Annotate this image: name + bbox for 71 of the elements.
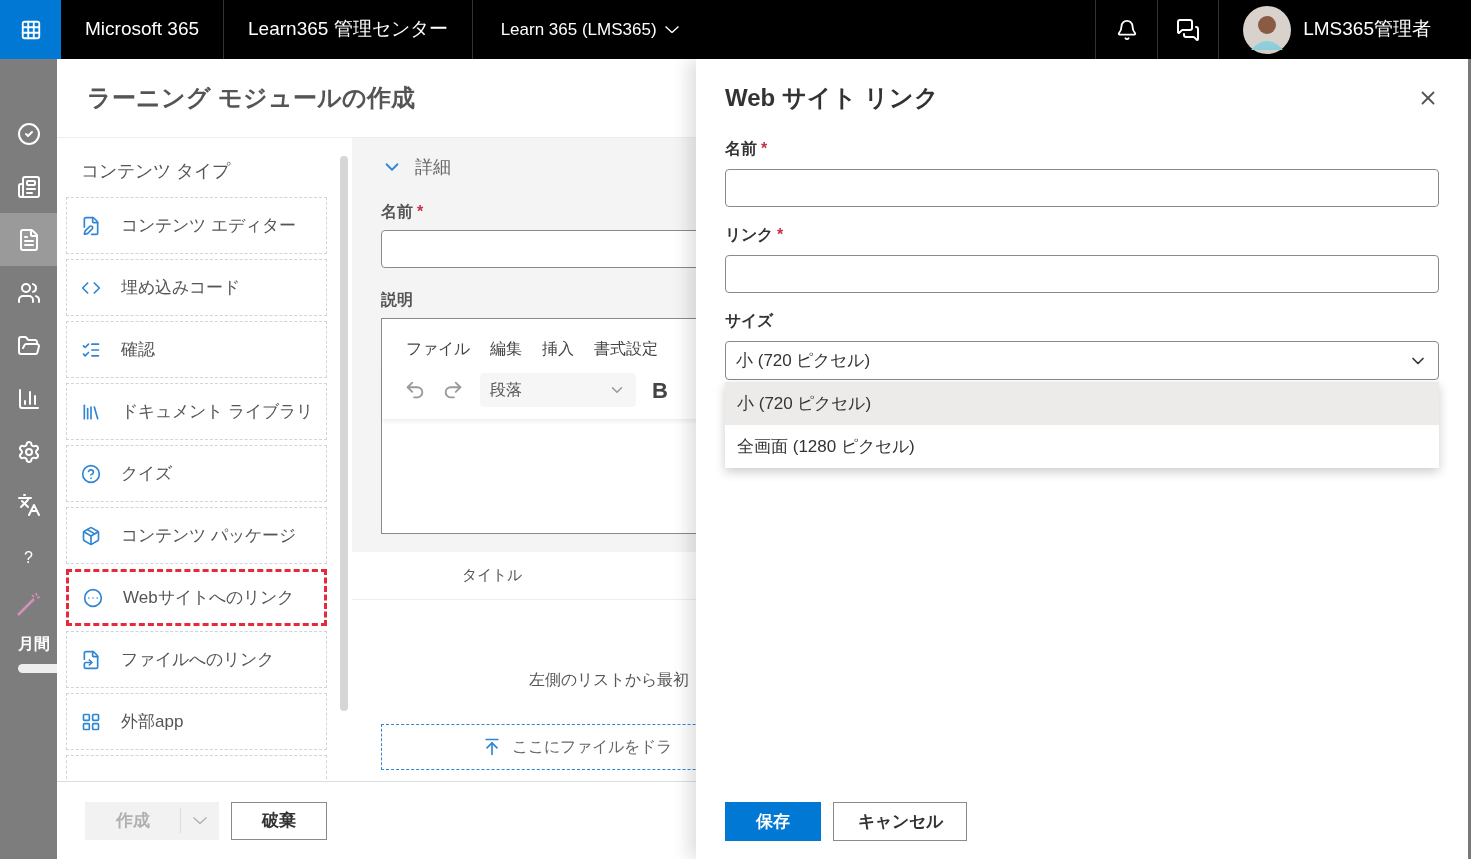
content-type-item[interactable]: ファイルへのリンク xyxy=(66,631,327,688)
chat-icon xyxy=(1176,17,1201,42)
people-icon xyxy=(16,280,41,305)
content-types-title: コンテンツ タイプ xyxy=(80,160,232,183)
rich-text-editor[interactable]: ファイル 編集 挿入 書式設定 段落 B xyxy=(381,318,696,534)
rail-item[interactable]: ? xyxy=(0,531,57,584)
grid-icon xyxy=(81,711,101,732)
user-name[interactable]: LMS365管理者 xyxy=(1303,15,1431,44)
scrollbar[interactable] xyxy=(340,156,348,711)
content-type-item[interactable]: Webサイトへのリンク xyxy=(66,569,327,626)
content-type-item[interactable]: クイズ xyxy=(66,445,327,502)
ellipsis-circle-icon xyxy=(83,587,103,608)
folder-icon xyxy=(16,333,41,358)
dropdown-option[interactable]: 全画面 (1280 ピクセル) xyxy=(725,425,1439,468)
required-mark: * xyxy=(777,226,784,243)
section-title: 詳細 xyxy=(415,155,451,179)
panel-title: ラーニング モジュールの作成 xyxy=(87,83,415,113)
tenant-selector[interactable]: Learn 365 (LMS365) xyxy=(472,0,707,59)
field-label: 名前 xyxy=(725,140,757,157)
field-label: リンク xyxy=(725,226,773,243)
upload-icon xyxy=(482,737,502,757)
newspaper-icon xyxy=(16,174,41,199)
save-button[interactable]: 保存 xyxy=(725,802,821,841)
usage-label: 月間 xyxy=(17,634,51,654)
size-dropdown[interactable]: 小 (720 ピクセル) xyxy=(725,341,1439,380)
help-circle-icon xyxy=(81,463,101,484)
file-pen-icon xyxy=(81,215,101,236)
avatar[interactable] xyxy=(1243,5,1292,54)
field-label: サイズ xyxy=(725,312,773,329)
input-field[interactable] xyxy=(725,255,1439,293)
language-icon xyxy=(16,492,41,517)
app-launcher-icon xyxy=(19,18,42,41)
bold-button[interactable]: B xyxy=(652,373,668,407)
editor-menu-item[interactable]: 書式設定 xyxy=(594,337,658,361)
column-header: タイトル xyxy=(462,565,522,586)
field-label: 名前 xyxy=(381,203,413,220)
redo-icon[interactable] xyxy=(442,379,464,401)
content-type-item[interactable]: 埋め込みコード xyxy=(66,259,327,316)
content-type-item[interactable]: 確認 xyxy=(66,321,327,378)
undo-icon[interactable] xyxy=(404,379,426,401)
cancel-button[interactable]: キャンセル xyxy=(833,802,967,841)
check-circle-icon xyxy=(16,121,41,146)
field-label: 説明 xyxy=(381,290,414,310)
content-type-item[interactable]: 外部app xyxy=(66,693,327,750)
content-type-item[interactable]: コンテンツ パッケージ xyxy=(66,507,327,564)
editor-menu-item[interactable]: ファイル xyxy=(406,337,470,361)
chevron-down-icon xyxy=(193,817,207,824)
content-type-item[interactable]: コンテンツ エディター xyxy=(66,197,327,254)
usage-bar xyxy=(18,664,57,673)
discard-button[interactable]: 破棄 xyxy=(231,801,327,840)
file-link-icon xyxy=(81,649,101,670)
required-mark: * xyxy=(417,203,424,220)
bell-icon xyxy=(1115,18,1138,41)
editor-menu-item[interactable]: 挿入 xyxy=(542,337,574,361)
help-label: ? xyxy=(24,547,33,568)
input-field[interactable] xyxy=(381,230,696,268)
input-field[interactable] xyxy=(725,169,1439,207)
rail-item[interactable] xyxy=(0,213,57,266)
panel-title: Web サイト リンク xyxy=(725,83,939,113)
settings-icon xyxy=(16,439,41,464)
block-format-dropdown[interactable]: 段落 xyxy=(480,373,636,407)
wand-icon xyxy=(16,591,42,617)
chevron-down-icon xyxy=(664,26,679,33)
package-icon xyxy=(81,525,101,546)
dropdown-option[interactable]: 小 (720 ピクセル) xyxy=(725,382,1439,425)
editor-menu-item[interactable]: 編集 xyxy=(490,337,522,361)
bar-chart-icon xyxy=(16,386,41,411)
app-launcher-button[interactable] xyxy=(0,0,61,59)
empty-message: 左側のリストから最初 xyxy=(528,670,690,690)
content-type-item[interactable]: ドキュメント ライブラリ xyxy=(66,383,327,440)
required-mark: * xyxy=(761,140,768,157)
